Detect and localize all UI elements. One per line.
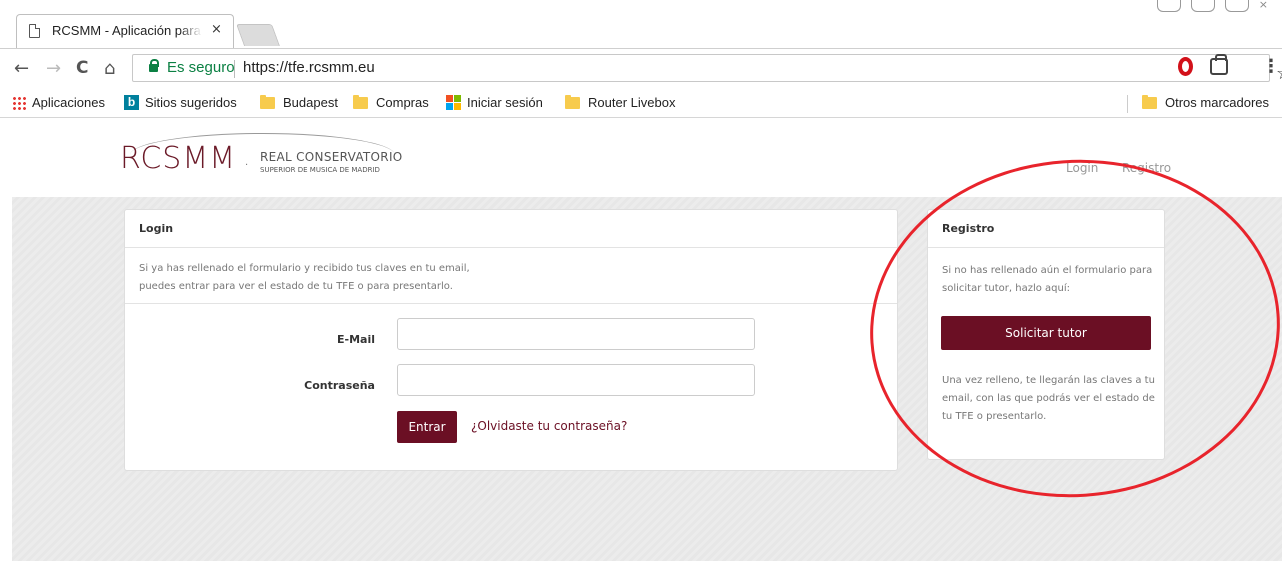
logo-wordmark: RCSMM <box>120 141 237 176</box>
page-icon <box>29 24 40 38</box>
email-label: E-Mail <box>337 333 375 346</box>
nav-registro-link[interactable]: Registro <box>1122 161 1171 175</box>
login-intro: Si ya has rellenado el formulario y reci… <box>125 248 897 304</box>
window-close-icon[interactable]: × <box>1259 0 1268 14</box>
logo-line-2: SUPERIOR DE MUSICA DE MADRID <box>260 166 380 174</box>
lock-icon <box>149 59 159 72</box>
bookmark-router-livebox[interactable]: Router Livebox <box>565 94 676 110</box>
forgot-password-link[interactable]: ¿Olvidaste tu contraseña? <box>471 419 627 433</box>
bookmark-label: Compras <box>376 95 429 110</box>
login-intro-line-1: Si ya has rellenado el formulario y reci… <box>139 263 470 274</box>
bookmark-label: Sitios sugeridos <box>145 95 237 110</box>
registro-card-title: Registro <box>928 210 1164 248</box>
site-header: RCSMM · REAL CONSERVATORIO SUPERIOR DE M… <box>0 119 1282 197</box>
close-tab-icon[interactable]: × <box>211 22 222 37</box>
registro-card: Registro Si no has rellenado aún el form… <box>927 209 1165 460</box>
bing-icon: b <box>124 95 139 110</box>
main-content: Login Si ya has rellenado el formulario … <box>12 197 1282 561</box>
registro-outro: Una vez relleno, te llegarán las claves … <box>942 375 1155 422</box>
bookmarks-separator <box>1127 95 1128 113</box>
bookmark-budapest[interactable]: Budapest <box>260 94 338 110</box>
bookmark-sign-in[interactable]: Iniciar sesión <box>446 95 543 110</box>
login-intro-line-2: puedes entrar para ver el estado de tu T… <box>139 281 453 292</box>
logo-separator: · <box>245 160 249 171</box>
restore-button[interactable] <box>1224 0 1249 12</box>
folder-icon <box>565 94 580 109</box>
minimize-button[interactable] <box>1156 0 1181 12</box>
bookmark-apps[interactable]: Aplicaciones <box>12 95 105 110</box>
window-controls: × <box>1156 0 1268 14</box>
password-field[interactable] <box>397 364 755 396</box>
folder-icon <box>1142 94 1157 109</box>
bookmark-label: Iniciar sesión <box>467 95 543 110</box>
browser-toolbar: ← → C ⌂ Es seguro https://tfe.rcsmm.eu ☆… <box>0 48 1282 90</box>
folder-icon <box>260 94 275 109</box>
request-tutor-button[interactable]: Solicitar tutor <box>941 316 1151 350</box>
bookmark-label: Router Livebox <box>588 95 676 110</box>
bookmark-other[interactable]: Otros marcadores <box>1142 94 1270 110</box>
bookmark-label: Budapest <box>283 95 338 110</box>
bookmarks-bar: Aplicaciones b Sitios sugeridos Budapest… <box>0 90 1282 118</box>
extension-icon[interactable] <box>1210 54 1228 75</box>
email-field[interactable] <box>397 318 755 350</box>
tab-title: RCSMM - Aplicación para <box>52 23 201 38</box>
browser-tab-strip: RCSMM - Aplicación para × × <box>0 0 1282 48</box>
address-bar[interactable]: Es seguro https://tfe.rcsmm.eu ☆ <box>132 54 1282 84</box>
registro-intro: Si no has rellenado aún el formulario pa… <box>942 265 1153 294</box>
maximize-button[interactable] <box>1190 0 1215 12</box>
browser-menu-icon[interactable]: ⋮ <box>1262 56 1280 77</box>
logo-line-1: REAL CONSERVATORIO <box>260 150 403 164</box>
bookmark-label: Otros marcadores <box>1165 95 1270 110</box>
browser-tab[interactable]: RCSMM - Aplicación para × <box>16 14 234 48</box>
secure-label: Es seguro <box>167 59 235 76</box>
address-separator <box>234 60 235 78</box>
opera-extension-icon[interactable] <box>1178 57 1193 76</box>
microsoft-icon <box>446 95 461 110</box>
rcsmm-logo[interactable]: RCSMM · REAL CONSERVATORIO SUPERIOR DE M… <box>120 129 410 179</box>
reload-icon[interactable]: C <box>76 58 88 78</box>
login-submit-button[interactable]: Entrar <box>397 411 457 443</box>
home-icon[interactable]: ⌂ <box>104 58 115 79</box>
login-card-title: Login <box>125 210 897 248</box>
nav-login-link[interactable]: Login <box>1066 161 1098 175</box>
apps-grid-icon <box>12 95 26 110</box>
login-card: Login Si ya has rellenado el formulario … <box>124 209 898 471</box>
bookmark-suggested-sites[interactable]: b Sitios sugeridos <box>124 95 237 110</box>
folder-icon <box>353 94 368 109</box>
bookmark-label: Aplicaciones <box>32 95 105 110</box>
url-text[interactable]: https://tfe.rcsmm.eu <box>243 59 375 76</box>
back-icon[interactable]: ← <box>14 58 29 79</box>
new-tab-button[interactable] <box>235 24 281 46</box>
password-label: Contraseña <box>304 379 375 392</box>
bookmark-compras[interactable]: Compras <box>353 94 429 110</box>
forward-icon[interactable]: → <box>46 58 61 79</box>
